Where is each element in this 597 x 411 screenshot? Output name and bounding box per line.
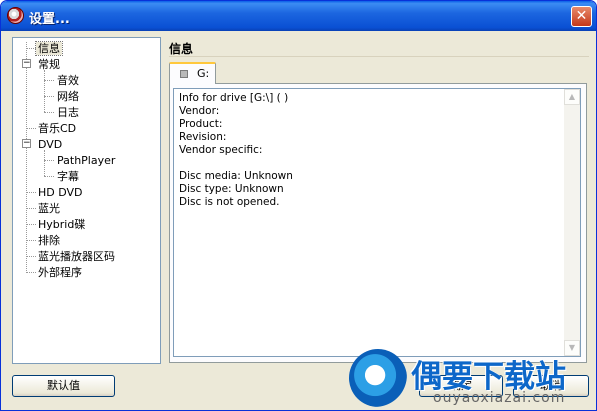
tree-item-label: 网络	[57, 90, 79, 103]
tab-drive-g[interactable]: G:	[169, 62, 216, 84]
tree-item-label: 日志	[57, 106, 79, 119]
tree-item-label: 外部程序	[38, 266, 82, 279]
tree-connector	[26, 42, 27, 271]
close-button[interactable]: ✕	[571, 6, 592, 27]
tree-item-label: 字幕	[57, 170, 79, 183]
tree-connector	[44, 70, 45, 112]
collapse-icon[interactable]: −	[22, 59, 31, 68]
tree-item-pathplayer[interactable]: PathPlayer	[57, 153, 115, 168]
tree-item-exclude[interactable]: 排除	[38, 233, 60, 248]
tree-connector	[44, 160, 54, 161]
section-divider	[169, 56, 589, 57]
tree-item-label: 音乐CD	[38, 122, 77, 135]
tree-connector	[26, 240, 36, 241]
info-line: Vendor:	[179, 105, 220, 117]
site-watermark: 偶要下载站 ouyaoxiazai.com	[349, 349, 594, 409]
tree-item-bluray[interactable]: 蓝光	[38, 201, 60, 216]
tree-connector	[26, 208, 36, 209]
tree-connector	[26, 128, 36, 129]
default-button[interactable]: 默认值	[12, 375, 115, 397]
tree-connector	[44, 80, 54, 81]
tree-item-audio[interactable]: 音效	[57, 73, 79, 88]
info-line: Revision:	[179, 131, 227, 143]
tree-item-label: DVD	[38, 138, 63, 151]
tree-connector	[26, 192, 36, 193]
tree-item-subtitles[interactable]: 字幕	[57, 169, 79, 184]
watermark-url: ouyaoxiazai.com	[433, 390, 566, 406]
tab-label: G:	[197, 67, 210, 80]
tree-item-hd-dvd[interactable]: HD DVD	[38, 185, 83, 200]
tree-item-label: 常规	[38, 58, 60, 71]
drive-info-textarea[interactable]: Info for drive [G:\] ( ) Vendor: Product…	[173, 88, 581, 357]
tree-item-label: 蓝光播放器区码	[38, 250, 115, 263]
tree-connector	[26, 48, 36, 49]
tree-item-external-programs[interactable]: 外部程序	[38, 265, 82, 280]
info-line: Disc type: Unknown	[179, 183, 284, 195]
tree-item-network[interactable]: 网络	[57, 89, 79, 104]
info-line: Disc is not opened.	[179, 196, 280, 208]
info-line: Disc media: Unknown	[179, 170, 293, 182]
tree-connector	[44, 96, 54, 97]
scroll-up-icon[interactable]: ▲	[564, 89, 580, 105]
tree-item-label: 音效	[57, 74, 79, 87]
tree-connector	[26, 224, 36, 225]
tree-item-label: Hybrid碟	[38, 218, 86, 231]
tree-item-general[interactable]: 常规	[38, 57, 60, 72]
tree-item-label: PathPlayer	[57, 154, 116, 167]
tree-item-label: 排除	[38, 234, 60, 247]
tree-item-label: HD DVD	[38, 186, 83, 199]
section-title: 信息	[169, 42, 194, 56]
watermark-logo-icon	[349, 349, 407, 407]
window-title: 设置...	[29, 12, 70, 27]
settings-window: 设置... ✕ − − 信息 常规 音效 网络 日志 音乐CD DVD Path…	[0, 0, 597, 411]
tree-connector	[26, 256, 36, 257]
info-line: Info for drive [G:\] ( )	[179, 92, 289, 104]
vertical-scrollbar[interactable]: ▲ ▼	[564, 89, 580, 356]
tree-item-dvd[interactable]: DVD	[38, 137, 62, 152]
tree-item-log[interactable]: 日志	[57, 105, 79, 120]
settings-tree: − − 信息 常规 音效 网络 日志 音乐CD DVD PathPlayer 字…	[12, 37, 161, 364]
tree-item-bluray-region[interactable]: 蓝光播放器区码	[38, 249, 115, 264]
info-line: Vendor specific:	[179, 144, 263, 156]
tree-connector	[26, 272, 36, 273]
tree-item-hybrid-disc[interactable]: Hybrid碟	[38, 217, 85, 232]
tree-connector	[44, 112, 54, 113]
tree-item-label: 信息	[35, 41, 63, 56]
tree-item-label: 蓝光	[38, 202, 60, 215]
title-bar[interactable]: 设置... ✕	[1, 1, 596, 31]
app-disc-icon	[7, 7, 24, 24]
tree-connector	[44, 176, 54, 177]
info-line: Product:	[179, 118, 223, 130]
tree-connector	[44, 150, 45, 176]
tree-item-info[interactable]: 信息	[35, 41, 63, 56]
collapse-icon[interactable]: −	[22, 139, 31, 148]
tree-item-music-cd[interactable]: 音乐CD	[38, 121, 76, 136]
drive-icon	[180, 70, 188, 78]
